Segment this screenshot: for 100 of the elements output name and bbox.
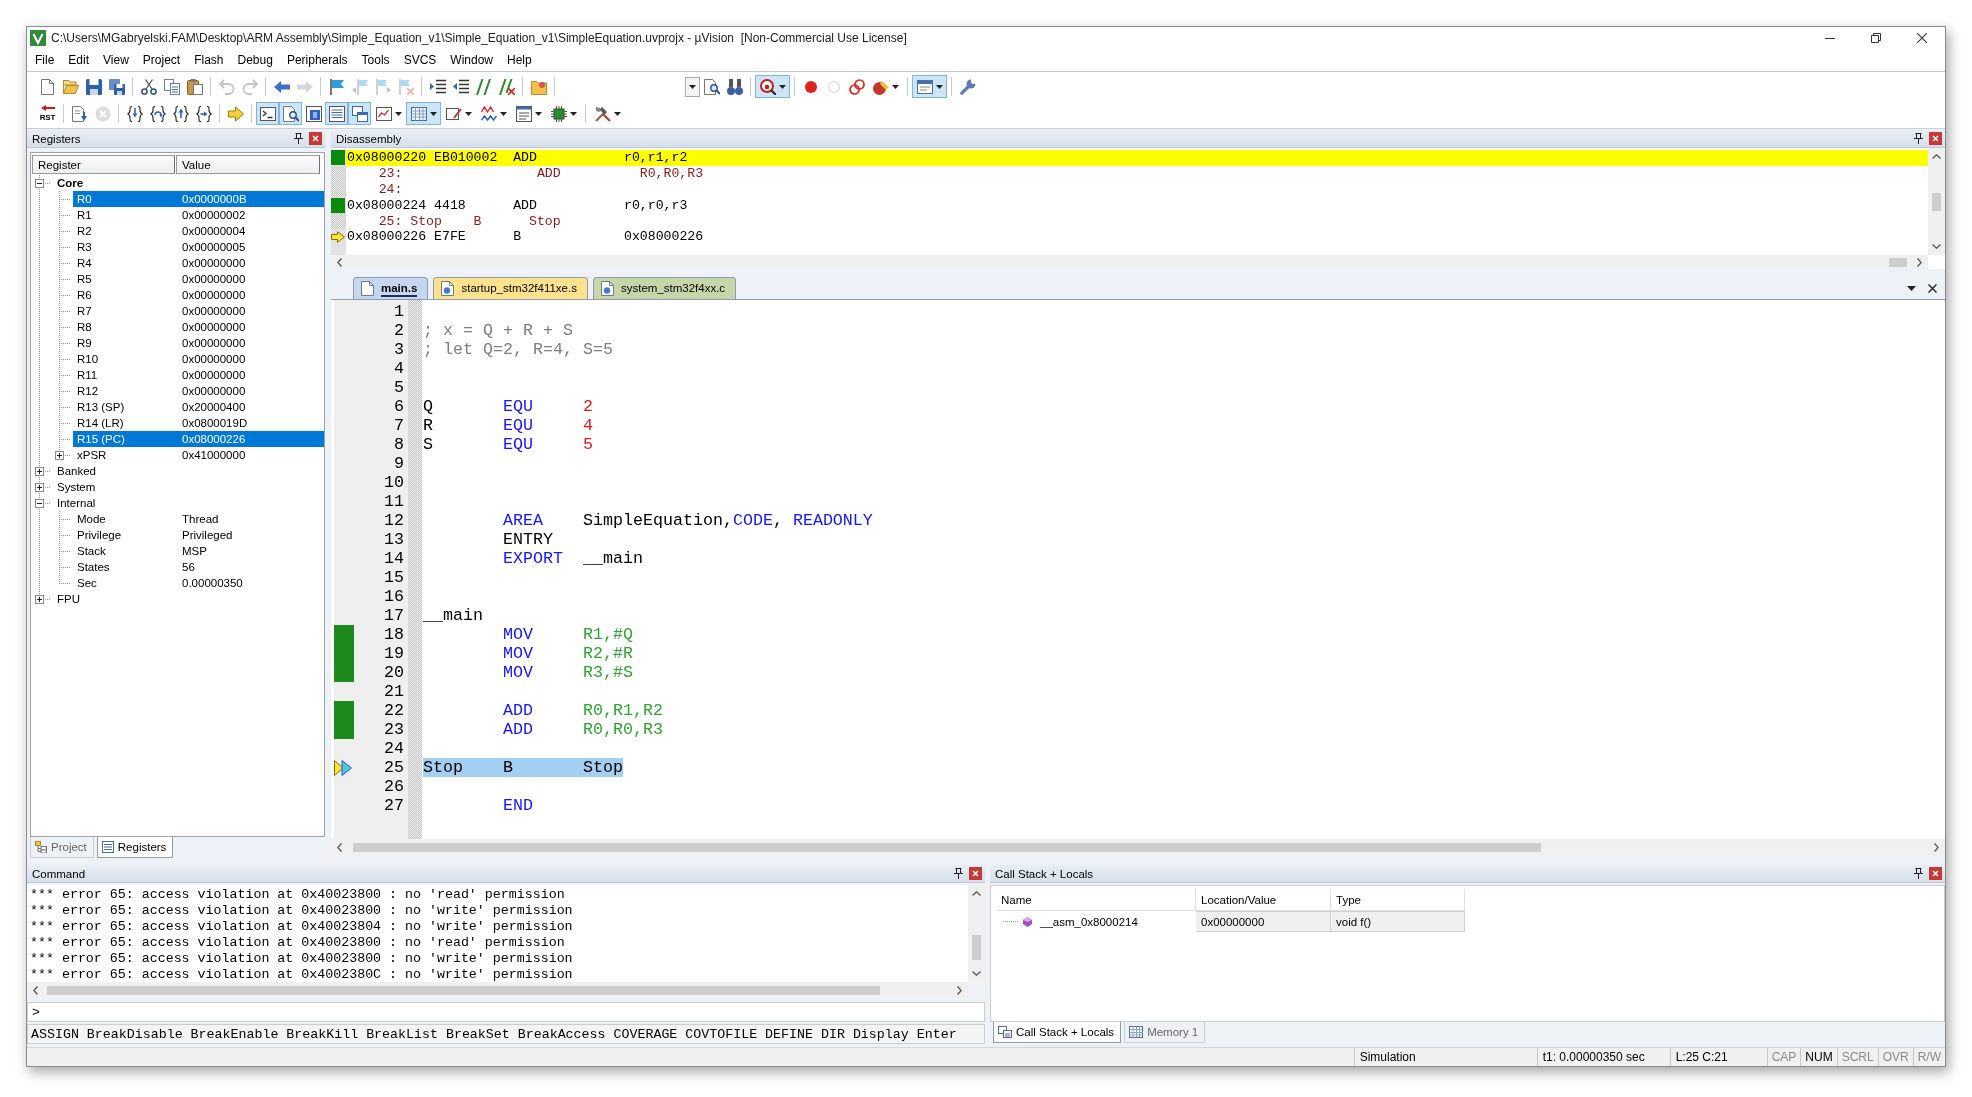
register-row[interactable]: System [53, 479, 324, 495]
register-row[interactable]: R14 (LR) 0x0800019D [73, 415, 324, 431]
disassembly-row[interactable]: 24: [346, 181, 1928, 198]
caret-down-icon[interactable] [1907, 285, 1916, 291]
register-row[interactable]: Privilege Privileged [73, 527, 324, 543]
register-row[interactable]: R13 (SP) 0x20000400 [73, 399, 324, 415]
scrollbar[interactable] [968, 885, 985, 982]
expand-icon[interactable] [35, 466, 44, 476]
dropdown-button[interactable] [685, 76, 700, 97]
expand-icon[interactable] [55, 450, 64, 460]
chevron-left-icon[interactable] [33, 985, 38, 995]
collapse-icon[interactable] [35, 178, 44, 188]
menu-item[interactable]: SVCS [396, 52, 444, 68]
register-row[interactable]: R15 (PC) 0x08000226 [73, 431, 324, 447]
menu-item[interactable]: File [28, 52, 62, 68]
close-icon[interactable] [1917, 33, 1927, 43]
restore-icon[interactable] [1871, 33, 1881, 43]
register-row[interactable]: Core [53, 175, 324, 191]
chevron-left-icon[interactable] [337, 257, 342, 267]
scrollbar-thumb[interactable] [1889, 257, 1907, 267]
register-row[interactable]: Internal [53, 495, 324, 511]
collapse-icon[interactable] [35, 498, 44, 508]
scrollbar-thumb[interactable] [47, 985, 880, 995]
register-row[interactable]: R2 0x00000004 [73, 223, 324, 239]
toolbar-button[interactable] [256, 102, 279, 125]
scrollbar[interactable] [27, 982, 968, 998]
toolbar-button[interactable] [279, 102, 302, 125]
register-row[interactable]: Banked [53, 463, 324, 479]
register-row[interactable]: R0 0x0000000B [73, 191, 324, 207]
scrollbar-thumb[interactable] [353, 842, 1541, 852]
menu-item[interactable]: Help [500, 52, 539, 68]
expand-icon[interactable] [35, 594, 44, 604]
register-row[interactable]: R9 0x00000000 [73, 335, 324, 351]
minimize-icon[interactable] [1825, 37, 1835, 39]
chevron-right-icon[interactable] [1934, 842, 1939, 852]
scrollbar-thumb[interactable] [1932, 193, 1941, 211]
toolbar-button[interactable] [325, 102, 348, 125]
editor-tab[interactable]: startup_stm32f411xe.s [433, 277, 588, 299]
disassembly-row[interactable]: 0x08000220 EB010002 ADD r0,r1,r2 [346, 150, 1928, 166]
register-row[interactable]: Mode Thread [73, 511, 324, 527]
disassembly-row[interactable]: 23: ADD R0,R0,R3 [346, 165, 1928, 182]
scrollbar[interactable] [331, 839, 1945, 855]
scrollbar-thumb[interactable] [972, 935, 981, 960]
pin-icon[interactable] [1914, 868, 1923, 879]
editor-tab[interactable]: system_stm32f4xx.c [592, 277, 737, 299]
register-row[interactable]: xPSR 0x41000000 [73, 447, 324, 463]
status-indicator: CAP [1766, 1048, 1801, 1066]
chevron-down-icon[interactable] [972, 971, 981, 976]
panel-tab[interactable]: Memory 1 [1124, 1022, 1206, 1043]
register-row[interactable]: FPU [53, 591, 324, 607]
register-row[interactable]: States 56 [73, 559, 324, 575]
register-row[interactable]: R10 0x00000000 [73, 351, 324, 367]
chevron-right-icon[interactable] [957, 985, 962, 995]
scrollbar[interactable] [1928, 148, 1945, 255]
chevron-up-icon[interactable] [1932, 154, 1941, 159]
disassembly-row[interactable]: 0x08000224 4418 ADD r0,r0,r3 [346, 197, 1928, 214]
register-row[interactable]: R12 0x00000000 [73, 383, 324, 399]
pin-icon[interactable] [954, 868, 963, 879]
menu-item[interactable]: Tools [354, 52, 397, 68]
toolbar-button[interactable] [348, 102, 371, 125]
chevron-up-icon[interactable] [972, 891, 981, 896]
command-input[interactable]: > [27, 1002, 985, 1022]
pin-icon[interactable] [294, 133, 303, 144]
menu-item[interactable]: Project [135, 52, 188, 68]
menu-item[interactable]: Debug [230, 52, 280, 68]
column-header[interactable]: Name [996, 889, 1196, 911]
editor-tab[interactable]: main.s [353, 277, 429, 299]
scrollbar[interactable] [331, 255, 1928, 269]
register-row[interactable]: R11 0x00000000 [73, 367, 324, 383]
menu-item[interactable]: Window [443, 52, 500, 68]
disassembly-row[interactable]: 0x08000226 E7FE B 0x08000226 [346, 229, 1928, 245]
toolbar-button[interactable] [755, 75, 790, 98]
chevron-down-icon[interactable] [1932, 244, 1941, 249]
panel-tab[interactable]: Registers [96, 837, 174, 858]
panel-tab[interactable]: Call Stack + Locals [993, 1022, 1122, 1043]
register-row[interactable]: R1 0x00000002 [73, 207, 324, 223]
disassembly-row[interactable]: 25: Stop B Stop [346, 213, 1928, 229]
menu-item[interactable]: Edit [61, 52, 97, 68]
register-row[interactable]: Sec 0.00000350 [73, 575, 324, 591]
menu-item[interactable]: Peripherals [279, 52, 355, 68]
toolbar-button[interactable] [406, 102, 441, 125]
register-row[interactable]: R7 0x00000000 [73, 303, 324, 319]
menu-item[interactable]: View [96, 52, 136, 68]
register-row[interactable]: R5 0x00000000 [73, 271, 324, 287]
column-header[interactable]: Register [32, 155, 175, 174]
windows-icon [351, 105, 368, 122]
register-row[interactable]: R8 0x00000000 [73, 319, 324, 335]
pin-icon[interactable] [1914, 133, 1923, 144]
chevron-left-icon[interactable] [337, 842, 342, 852]
register-row[interactable]: R6 0x00000000 [73, 287, 324, 303]
register-row[interactable]: R4 0x00000000 [73, 255, 324, 271]
panel-tab[interactable]: Project [30, 837, 94, 858]
expand-icon[interactable] [35, 482, 44, 492]
register-row[interactable]: R3 0x00000005 [73, 239, 324, 255]
close-icon[interactable] [1928, 283, 1937, 293]
register-row[interactable]: Stack MSP [73, 543, 324, 559]
toolbar-button[interactable]: RST [36, 102, 59, 125]
chevron-right-icon[interactable] [1917, 257, 1922, 267]
menu-item[interactable]: Flash [187, 52, 231, 68]
column-header[interactable]: Value [176, 155, 320, 174]
